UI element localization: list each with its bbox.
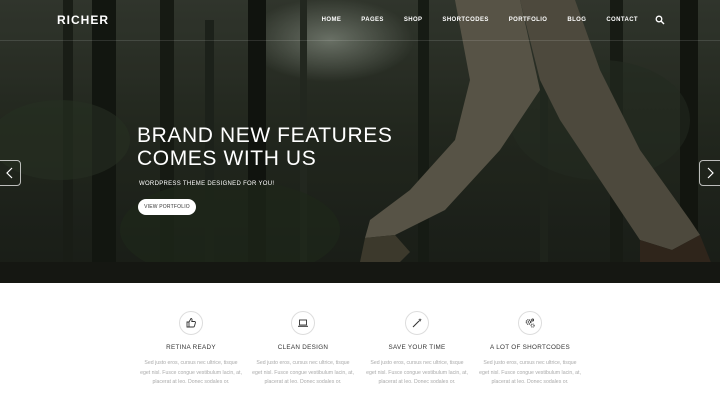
feature-desc-line: eget nisl. Fusce congue vestibulum lacin… <box>140 369 242 376</box>
hero-slider: RICHER HOME PAGES SHOP SHORTCODES PORTFO… <box>0 0 720 283</box>
feature-desc-line: eget nisl. Fusce congue vestibulum lacin… <box>479 369 581 376</box>
feature-icon-circle <box>405 311 429 335</box>
nav-item-portfolio[interactable]: PORTFOLIO <box>509 17 548 23</box>
top-navigation: RICHER HOME PAGES SHOP SHORTCODES PORTFO… <box>0 0 720 41</box>
logo[interactable]: RICHER <box>57 13 109 27</box>
feature-desc-line: Sed justo eros, cursus nec ultrice, tisq… <box>483 360 577 366</box>
nav-item-home[interactable]: HOME <box>322 17 342 23</box>
feature-desc-line: eget nisl. Fusce congue vestibulum lacin… <box>252 369 354 376</box>
hero-headline-line2: COMES WITH US <box>137 147 317 170</box>
search-icon[interactable] <box>655 15 665 25</box>
feature-retina-ready: RETINA READY Sed justo eros, cursus nec … <box>127 311 255 388</box>
nav-item-contact[interactable]: CONTACT <box>606 17 638 23</box>
main-menu: HOME PAGES SHOP SHORTCODES PORTFOLIO BLO… <box>302 17 638 23</box>
chevron-right-icon <box>707 167 714 179</box>
feature-title: CLEAN DESIGN <box>277 344 329 351</box>
feature-desc-line: Sed justo eros, cursus nec ultrice, tisq… <box>256 360 350 366</box>
feature-description: Sed justo eros, cursus nec ultrice, tisq… <box>353 359 481 388</box>
nav-item-shop[interactable]: SHOP <box>404 17 423 23</box>
nav-item-pages[interactable]: PAGES <box>361 17 384 23</box>
feature-title: A LOT OF SHORTCODES <box>490 344 570 351</box>
feature-desc-line: placerat at leo. Donec sodales or. <box>152 379 230 386</box>
feature-shortcodes: A LOT OF SHORTCODES Sed justo eros, curs… <box>466 311 594 388</box>
feature-title: SAVE YOUR TIME <box>388 344 446 351</box>
hero-headline: BRAND NEW FEATURES COMES WITH US <box>137 124 392 170</box>
feature-icon-circle <box>291 311 315 335</box>
feature-desc-line: Sed justo eros, cursus nec ultrice, tisq… <box>370 360 464 366</box>
thumbs-up-icon <box>186 318 196 328</box>
gears-icon <box>525 318 535 328</box>
view-portfolio-button[interactable]: VIEW PORTFOLIO <box>138 199 196 215</box>
slider-prev-button[interactable] <box>0 160 21 186</box>
feature-description: Sed justo eros, cursus nec ultrice, tisq… <box>466 359 594 388</box>
feature-description: Sed justo eros, cursus nec ultrice, tisq… <box>127 359 255 388</box>
feature-desc-line: placerat at leo. Donec sodales or. <box>264 379 342 386</box>
feature-clean-design: CLEAN DESIGN Sed justo eros, cursus nec … <box>239 311 367 388</box>
hero-subline: WORDPRESS THEME DESIGNED FOR YOU! <box>139 181 275 187</box>
laptop-icon <box>298 319 308 327</box>
magic-wand-icon <box>412 318 422 328</box>
nav-item-shortcodes[interactable]: SHORTCODES <box>442 17 488 23</box>
nav-item-blog[interactable]: BLOG <box>567 17 586 23</box>
feature-description: Sed justo eros, cursus nec ultrice, tisq… <box>239 359 367 388</box>
feature-desc-line: Sed justo eros, cursus nec ultrice, tisq… <box>144 360 238 366</box>
hero-headline-line1: BRAND NEW FEATURES <box>137 124 393 147</box>
chevron-left-icon <box>6 167 13 179</box>
feature-save-your-time: SAVE YOUR TIME Sed justo eros, cursus ne… <box>353 311 481 388</box>
feature-title: RETINA READY <box>166 344 216 351</box>
feature-desc-line: placerat at leo. Donec sodales or. <box>491 379 569 386</box>
feature-icon-circle <box>518 311 542 335</box>
slider-next-button[interactable] <box>699 160 720 186</box>
features-section: RETINA READY Sed justo eros, cursus nec … <box>0 283 720 400</box>
feature-desc-line: placerat at leo. Donec sodales or. <box>378 379 456 386</box>
feature-desc-line: eget nisl. Fusce congue vestibulum lacin… <box>366 369 468 376</box>
feature-icon-circle <box>179 311 203 335</box>
